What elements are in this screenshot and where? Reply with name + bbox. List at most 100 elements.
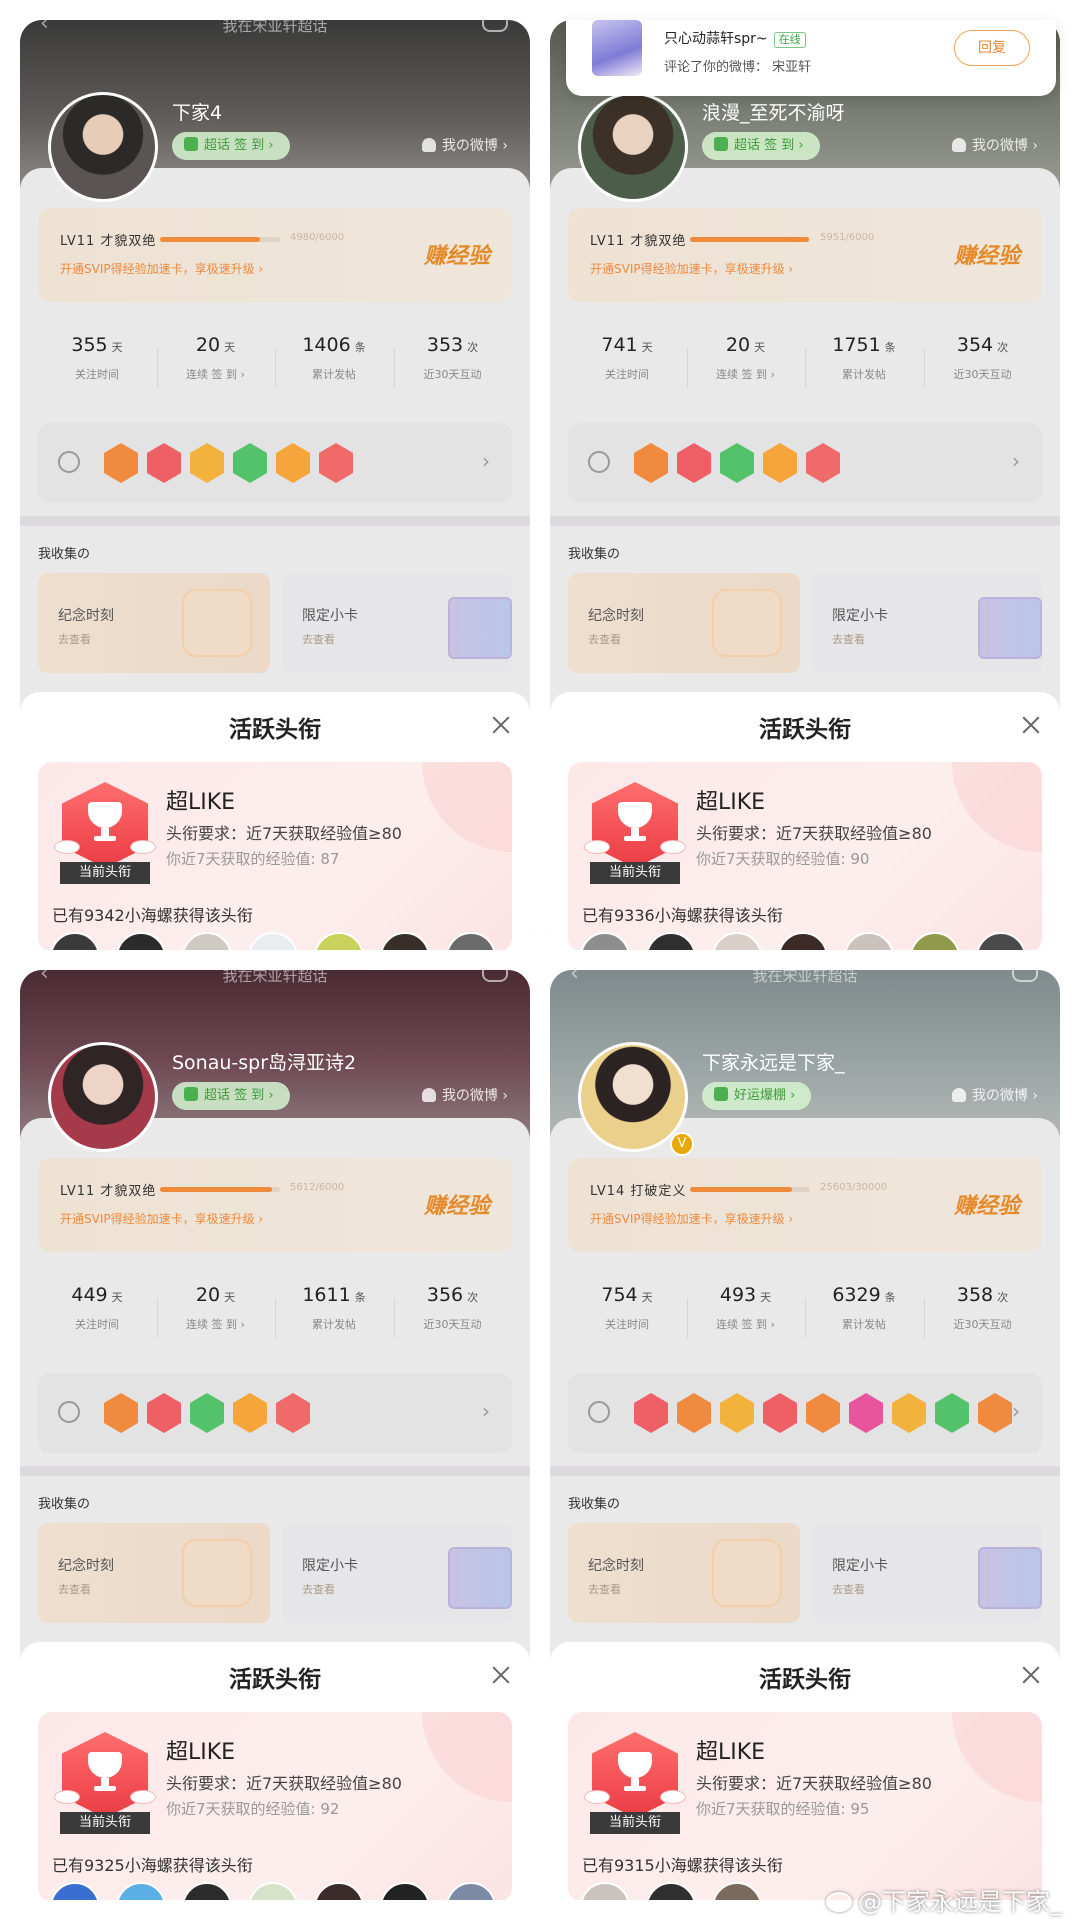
svip-promo-link[interactable]: 开通SVIP得经验加速卡，享极速升级 ›	[590, 1210, 793, 1227]
holder-avatar[interactable]	[844, 932, 894, 950]
holder-avatar[interactable]	[976, 932, 1026, 950]
avatar[interactable]	[578, 1042, 688, 1152]
checkin-button[interactable]: 超话 签 到 ›	[172, 132, 290, 160]
holder-avatar[interactable]	[248, 932, 298, 950]
wing-icon	[130, 840, 156, 854]
level-box[interactable]: LV11 才貌双绝 5951/6000 开通SVIP得经验加速卡，享极速升级 › 赚经…	[568, 208, 1042, 302]
level-box[interactable]: LV11 才貌双绝 5612/6000 开通SVIP得经验加速卡，享极速升级 › 赚经…	[38, 1158, 512, 1252]
close-icon[interactable]	[1020, 1664, 1042, 1686]
stat-item: 741 天关注时间	[568, 318, 686, 408]
medal-row[interactable]: ›	[38, 423, 512, 503]
svip-promo-link[interactable]: 开通SVIP得经验加速卡，享极速升级 ›	[60, 1210, 263, 1227]
stat-item[interactable]: 20 天连续 签 到 ›	[687, 318, 805, 408]
my-weibo-link[interactable]: 我の微博 ›	[951, 132, 1038, 160]
close-icon[interactable]	[1020, 714, 1042, 736]
limited-card[interactable]: 限定小卡 去查看	[812, 573, 1042, 673]
limited-card[interactable]: 限定小卡 去查看	[812, 1523, 1042, 1623]
level-box[interactable]: LV11 才貌双绝 4980/6000 开通SVIP得经验加速卡，享极速升级 › 赚经…	[38, 208, 512, 302]
holder-avatar[interactable]	[446, 1882, 496, 1900]
holder-avatar[interactable]	[248, 1882, 298, 1900]
memorial-title: 纪念时刻	[58, 1558, 114, 1574]
holder-avatar[interactable]	[646, 1882, 696, 1900]
memorial-card[interactable]: 纪念时刻 去查看	[568, 573, 800, 673]
level-box[interactable]: LV14 打破定义 25603/30000 开通SVIP得经验加速卡，享极速升级 ›…	[568, 1158, 1042, 1252]
stat-item[interactable]: 493 天连续 签 到 ›	[687, 1268, 805, 1358]
photo-card-image	[448, 597, 512, 659]
medal-row[interactable]: ›	[568, 423, 1042, 503]
holder-avatar[interactable]	[116, 932, 166, 950]
holder-avatar[interactable]	[910, 932, 960, 950]
reply-button[interactable]: 回复	[954, 30, 1030, 66]
holder-avatar[interactable]	[116, 1882, 166, 1900]
avatar[interactable]	[48, 1042, 158, 1152]
holder-avatar[interactable]	[778, 932, 828, 950]
holder-avatar[interactable]	[580, 932, 630, 950]
share-icon[interactable]	[482, 970, 508, 982]
memorial-card[interactable]: 纪念时刻 去查看	[38, 573, 270, 673]
holder-avatar[interactable]	[380, 1882, 430, 1900]
memorial-link: 去查看	[58, 633, 91, 646]
stat-item[interactable]: 20 天连续 签 到 ›	[157, 318, 275, 408]
avatar[interactable]	[48, 92, 158, 202]
holder-avatar[interactable]	[182, 1882, 232, 1900]
holder-avatar[interactable]	[446, 932, 496, 950]
earn-exp-button[interactable]: 赚经验	[424, 1188, 490, 1220]
stat-number: 449 天	[38, 1284, 156, 1306]
my-weibo-link[interactable]: 我の微博 ›	[951, 1082, 1038, 1110]
holder-avatar[interactable]	[50, 932, 100, 950]
memorial-title: 纪念时刻	[588, 1558, 644, 1574]
earn-exp-button[interactable]: 赚经验	[954, 238, 1020, 270]
memorial-card[interactable]: 纪念时刻 去查看	[568, 1523, 800, 1623]
holder-avatar[interactable]	[50, 1882, 100, 1900]
holder-avatar[interactable]	[712, 1882, 762, 1900]
holder-avatar[interactable]	[646, 932, 696, 950]
stat-value: 1751	[832, 334, 881, 356]
limited-card[interactable]: 限定小卡 去查看	[282, 1523, 512, 1623]
divider	[156, 348, 158, 388]
medal-badge-icon	[190, 1393, 224, 1433]
earn-exp-button[interactable]: 赚经验	[954, 1188, 1020, 1220]
comment-notification[interactable]: 只心动蒜轩spr~ 在线 评论了你的微博： 宋亚轩 回复	[566, 20, 1056, 96]
medal-badge-icon	[677, 1393, 711, 1433]
stat-item[interactable]: 20 天连续 签 到 ›	[157, 1268, 275, 1358]
svip-promo-link[interactable]: 开通SVIP得经验加速卡，享极速升级 ›	[590, 260, 793, 277]
memorial-card[interactable]: 纪念时刻 去查看	[38, 1523, 270, 1623]
avatar[interactable]	[578, 92, 688, 202]
checkin-button[interactable]: 好运爆棚 ›	[702, 1082, 812, 1110]
stat-unit: 天	[224, 341, 236, 354]
my-weibo-link[interactable]: 我の微博 ›	[421, 132, 508, 160]
close-icon[interactable]	[490, 714, 512, 736]
holder-avatar[interactable]	[580, 1882, 630, 1900]
my-weibo-link[interactable]: 我の微博 ›	[421, 1082, 508, 1110]
close-icon[interactable]	[490, 1664, 512, 1686]
holder-avatar[interactable]	[182, 932, 232, 950]
earn-exp-button[interactable]: 赚经验	[424, 238, 490, 270]
medal-row[interactable]: ›	[38, 1373, 512, 1453]
share-icon[interactable]	[1012, 970, 1038, 982]
memorial-link: 去查看	[588, 633, 621, 646]
calendar-icon	[182, 1539, 252, 1607]
my-weibo-label: 我の微博 ›	[971, 138, 1038, 154]
sheet-title: 活跃头衔	[229, 717, 321, 743]
trophy-stem	[101, 1778, 109, 1786]
divider	[805, 1298, 806, 1338]
checkin-button[interactable]: 超话 签 到 ›	[172, 1082, 290, 1110]
memorial-title: 纪念时刻	[58, 608, 114, 624]
holder-avatar[interactable]	[712, 932, 762, 950]
stat-label: 累计发帖	[312, 1318, 356, 1331]
exp-value: 4980/6000	[290, 232, 345, 243]
holder-avatar[interactable]	[314, 1882, 364, 1900]
topic-title: 我在宋亚轩超话	[222, 20, 328, 35]
limited-card[interactable]: 限定小卡 去查看	[282, 573, 512, 673]
stat-item: 449 天关注时间	[38, 1268, 156, 1358]
svip-promo-link[interactable]: 开通SVIP得经验加速卡，享极速升级 ›	[60, 260, 263, 277]
medal-badge-icon	[104, 1393, 138, 1433]
stat-value: 493	[719, 1284, 757, 1306]
holder-avatar[interactable]	[380, 932, 430, 950]
holder-avatar[interactable]	[314, 932, 364, 950]
current-title-tag: 当前头衔	[590, 1812, 680, 1834]
share-icon[interactable]	[482, 20, 508, 32]
medal-row[interactable]: ›	[568, 1373, 1042, 1453]
divider	[275, 348, 276, 388]
checkin-button[interactable]: 超话 签 到 ›	[702, 132, 820, 160]
